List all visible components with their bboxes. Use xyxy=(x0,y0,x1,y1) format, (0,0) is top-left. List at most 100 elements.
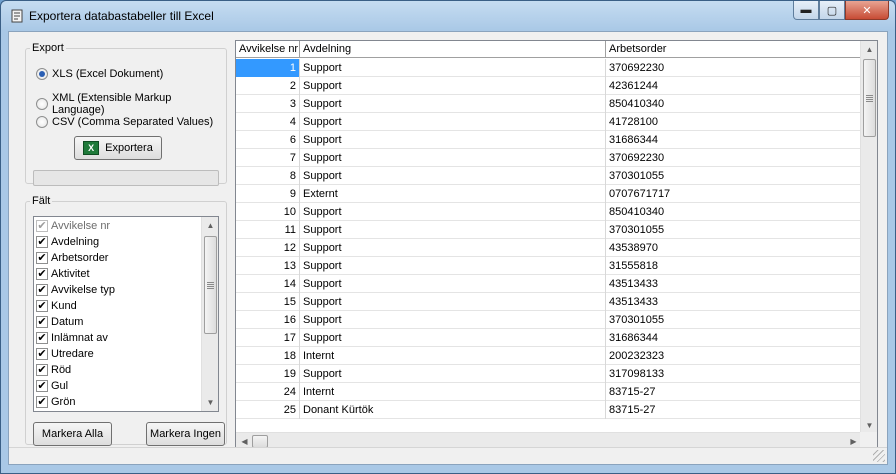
checkbox[interactable]: ✔ xyxy=(36,396,48,408)
field-item[interactable]: ✔ Röd xyxy=(36,362,71,378)
table-row[interactable]: 7 Support 370692230 xyxy=(236,149,862,167)
field-item[interactable]: ✔ Inlämnat av xyxy=(36,330,108,346)
cell-avdelning[interactable]: Support xyxy=(300,113,606,131)
cell-avvikelse-nr[interactable]: 12 xyxy=(236,239,300,257)
cell-avvikelse-nr[interactable]: 2 xyxy=(236,77,300,95)
checkbox[interactable]: ✔ xyxy=(36,236,48,248)
cell-avvikelse-nr[interactable]: 11 xyxy=(236,221,300,239)
table-row[interactable]: 14 Support 43513433 xyxy=(236,275,862,293)
radio-button[interactable] xyxy=(36,98,48,110)
cell-avdelning[interactable]: Support xyxy=(300,167,606,185)
radio-button[interactable] xyxy=(36,68,48,80)
table-row[interactable]: 8 Support 370301055 xyxy=(236,167,862,185)
cell-avvikelse-nr[interactable]: 13 xyxy=(236,257,300,275)
cell-arbetsorder[interactable]: 850410340 xyxy=(606,95,862,113)
cell-avdelning[interactable]: Donant Kürtök xyxy=(300,401,606,419)
table-row[interactable]: 18 Internt 200232323 xyxy=(236,347,862,365)
cell-arbetsorder[interactable]: 370692230 xyxy=(606,149,862,167)
cell-arbetsorder[interactable]: 31555818 xyxy=(606,257,862,275)
cell-arbetsorder[interactable]: 200232323 xyxy=(606,347,862,365)
cell-avdelning[interactable]: Support xyxy=(300,257,606,275)
table-row[interactable]: 17 Support 31686344 xyxy=(236,329,862,347)
grid-vertical-scrollbar[interactable]: ▲ ▼ xyxy=(860,41,877,434)
table-row[interactable]: 4 Support 41728100 xyxy=(236,113,862,131)
scroll-thumb[interactable] xyxy=(204,236,217,334)
radio-csv[interactable]: CSV (Comma Separated Values) xyxy=(36,116,213,128)
cell-avvikelse-nr[interactable]: 25 xyxy=(236,401,300,419)
table-row[interactable]: 10 Support 850410340 xyxy=(236,203,862,221)
cell-arbetsorder[interactable]: 41728100 xyxy=(606,113,862,131)
cell-avvikelse-nr[interactable]: 16 xyxy=(236,311,300,329)
cell-arbetsorder[interactable]: 850410340 xyxy=(606,203,862,221)
scroll-down-icon[interactable]: ▼ xyxy=(202,394,218,411)
cell-avvikelse-nr[interactable]: 15 xyxy=(236,293,300,311)
table-row[interactable]: 13 Support 31555818 xyxy=(236,257,862,275)
cell-avvikelse-nr[interactable]: 24 xyxy=(236,383,300,401)
column-header-avvikelse-nr[interactable]: Avvikelse nr xyxy=(236,41,300,58)
cell-avdelning[interactable]: Support xyxy=(300,149,606,167)
fields-checklist[interactable]: ✔ Avvikelse nr ✔ Avdelning ✔ Arbetsorder ✔ Akti… xyxy=(33,216,219,412)
checkbox[interactable]: ✔ xyxy=(36,380,48,392)
scroll-thumb[interactable] xyxy=(863,59,876,137)
cell-avvikelse-nr[interactable]: 14 xyxy=(236,275,300,293)
cell-arbetsorder[interactable]: 370692230 xyxy=(606,59,862,77)
field-item[interactable]: ✔ Avdelning xyxy=(36,234,99,250)
table-row[interactable]: 12 Support 43538970 xyxy=(236,239,862,257)
table-row[interactable]: 24 Internt 83715-27 xyxy=(236,383,862,401)
checkbox[interactable]: ✔ xyxy=(36,364,48,376)
scroll-up-icon[interactable]: ▲ xyxy=(861,41,877,58)
table-row[interactable]: 16 Support 370301055 xyxy=(236,311,862,329)
cell-arbetsorder[interactable]: 43513433 xyxy=(606,293,862,311)
cell-avdelning[interactable]: Support xyxy=(300,365,606,383)
checkbox[interactable]: ✔ xyxy=(36,268,48,280)
field-item[interactable]: ✔ Datum xyxy=(36,314,83,330)
scroll-up-icon[interactable]: ▲ xyxy=(202,217,218,234)
table-row[interactable]: 1 Support 370692230 xyxy=(236,59,862,77)
table-row[interactable]: 15 Support 43513433 xyxy=(236,293,862,311)
checkbox[interactable]: ✔ xyxy=(36,332,48,344)
table-row[interactable]: 3 Support 850410340 xyxy=(236,95,862,113)
field-item[interactable]: ✔ Kund xyxy=(36,298,77,314)
table-row[interactable]: 11 Support 370301055 xyxy=(236,221,862,239)
cell-avvikelse-nr[interactable]: 3 xyxy=(236,95,300,113)
minimize-button[interactable]: ▬ xyxy=(793,1,819,20)
resize-grip-icon[interactable] xyxy=(873,450,885,462)
cell-avdelning[interactable]: Support xyxy=(300,95,606,113)
column-header-avdelning[interactable]: Avdelning xyxy=(300,41,606,58)
field-item[interactable]: ✔ Aktivitet xyxy=(36,266,90,282)
cell-arbetsorder[interactable]: 370301055 xyxy=(606,311,862,329)
cell-avdelning[interactable]: Support xyxy=(300,311,606,329)
cell-avdelning[interactable]: Support xyxy=(300,131,606,149)
cell-arbetsorder[interactable]: 43538970 xyxy=(606,239,862,257)
cell-arbetsorder[interactable]: 370301055 xyxy=(606,221,862,239)
select-all-button[interactable]: Markera Alla xyxy=(33,422,112,446)
table-row[interactable]: 25 Donant Kürtök 83715-27 xyxy=(236,401,862,419)
field-item[interactable]: ✔ Arbetsorder xyxy=(36,250,108,266)
cell-arbetsorder[interactable]: 0707671717 xyxy=(606,185,862,203)
cell-avdelning[interactable]: Support xyxy=(300,239,606,257)
cell-avdelning[interactable]: Support xyxy=(300,221,606,239)
cell-avvikelse-nr[interactable]: 9 xyxy=(236,185,300,203)
cell-arbetsorder[interactable]: 31686344 xyxy=(606,131,862,149)
cell-arbetsorder[interactable]: 83715-27 xyxy=(606,401,862,419)
cell-avvikelse-nr[interactable]: 7 xyxy=(236,149,300,167)
radio-xml[interactable]: XML (Extensible Markup Language) xyxy=(36,92,226,116)
column-header-arbetsorder[interactable]: Arbetsorder xyxy=(606,41,862,58)
table-row[interactable]: 9 Externt 0707671717 xyxy=(236,185,862,203)
checkbox[interactable]: ✔ xyxy=(36,252,48,264)
select-none-button[interactable]: Markera Ingen xyxy=(146,422,225,446)
cell-arbetsorder[interactable]: 83715-27 xyxy=(606,383,862,401)
export-button[interactable]: X Exportera xyxy=(74,136,162,160)
cell-avdelning[interactable]: Support xyxy=(300,329,606,347)
field-item[interactable]: ✔ Avvikelse nr xyxy=(36,218,110,234)
cell-arbetsorder[interactable]: 42361244 xyxy=(606,77,862,95)
close-button[interactable]: ✕ xyxy=(845,1,889,20)
field-item[interactable]: ✔ Grön xyxy=(36,394,75,410)
table-row[interactable]: 2 Support 42361244 xyxy=(236,77,862,95)
cell-arbetsorder[interactable]: 43513433 xyxy=(606,275,862,293)
checkbox[interactable]: ✔ xyxy=(36,300,48,312)
table-row[interactable]: 6 Support 31686344 xyxy=(236,131,862,149)
cell-avdelning[interactable]: Externt xyxy=(300,185,606,203)
cell-avdelning[interactable]: Support xyxy=(300,275,606,293)
cell-arbetsorder[interactable]: 31686344 xyxy=(606,329,862,347)
